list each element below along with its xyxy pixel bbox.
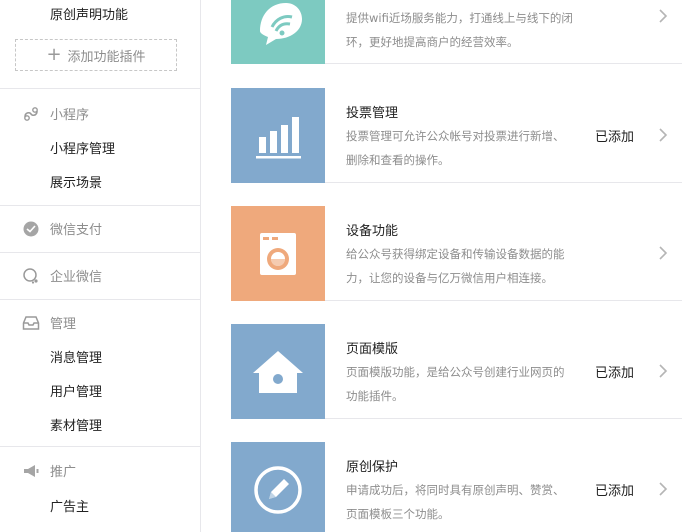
miniprogram-title: 小程序 xyxy=(50,108,90,123)
promote-title: 推广 xyxy=(50,465,77,480)
plugin-desc-line2: 力，让您的设备与亿万微信用户相连接。 xyxy=(346,271,553,285)
plugin-desc-line2: 页面模板三个功能。 xyxy=(346,507,450,521)
add-plugin-label: 添加功能插件 xyxy=(67,49,146,65)
plugin-card-original-protection[interactable]: 原创保护 申请成功后，将同时具有原创声明、赞赏、 页面模板三个功能。 已添加 xyxy=(231,442,682,532)
plugin-desc-line2: 环，更好地提高商户的经营效率。 xyxy=(346,35,519,49)
chevron-right-icon[interactable] xyxy=(657,244,669,262)
plugin-card-wifi[interactable]: 提供wifi近场服务能力，打通线上与线下的闭 环，更好地提高商户的经营效率。 xyxy=(231,0,682,64)
wifi-chat-icon xyxy=(260,2,302,45)
sidebar-item-miniprogram-manage[interactable]: 小程序管理 xyxy=(50,138,115,157)
add-plugin-button[interactable]: + 添加功能插件 xyxy=(15,39,177,71)
plugin-desc-line2: 删除和查看的操作。 xyxy=(346,153,450,167)
plugin-thumb xyxy=(231,206,325,301)
plugin-card-page-template[interactable]: 页面模版 页面模版功能，是给公众号创建行业网页的 功能插件。 已添加 xyxy=(231,324,682,419)
sidebar-section-miniprogram: 小程序 xyxy=(22,104,89,123)
miniprogram-icon xyxy=(22,105,40,123)
chevron-right-icon[interactable] xyxy=(657,126,669,144)
sidebar-item-wechat-pay[interactable]: 微信支付 xyxy=(22,219,102,238)
plugin-desc-line1: 提供wifi近场服务能力，打通线上与线下的闭 xyxy=(346,11,573,25)
wechat-pay-icon xyxy=(22,220,40,238)
sidebar-divider xyxy=(0,299,200,300)
manage-title: 管理 xyxy=(50,317,77,332)
sidebar-item-user-manage[interactable]: 用户管理 xyxy=(50,381,102,400)
sidebar-item-material-manage[interactable]: 素材管理 xyxy=(50,415,102,434)
sidebar-section-promote: 推广 xyxy=(22,461,76,480)
plugin-status: 已添加 xyxy=(595,366,635,381)
megaphone-icon xyxy=(22,462,40,480)
plugin-desc-line1: 给公众号获得绑定设备和传输设备数据的能 xyxy=(346,247,565,261)
sidebar-item-display-scene[interactable]: 展示场景 xyxy=(50,172,102,191)
plugin-status: 已添加 xyxy=(595,484,635,499)
sidebar-divider xyxy=(0,446,200,447)
plugin-desc-line1: 投票管理可允许公众帐号对投票进行新增、 xyxy=(346,129,565,143)
plugin-thumb xyxy=(231,0,325,64)
sidebar-item-enterprise-wechat[interactable]: 企业微信 xyxy=(22,266,102,285)
plugin-desc-line1: 页面模版功能，是给公众号创建行业网页的 xyxy=(346,365,565,379)
sidebar-section-manage: 管理 xyxy=(22,313,76,332)
inbox-icon xyxy=(22,314,40,332)
sidebar-divider xyxy=(0,205,200,206)
bar-chart-icon xyxy=(256,116,301,158)
enterprise-wechat-label: 企业微信 xyxy=(50,270,103,285)
sidebar-item-advertiser[interactable]: 广告主 xyxy=(50,496,89,515)
plus-icon: + xyxy=(46,44,62,65)
sidebar-divider xyxy=(0,252,200,253)
plugin-thumb xyxy=(231,442,325,532)
chevron-right-icon[interactable] xyxy=(657,362,669,380)
plugin-desc-line2: 功能插件。 xyxy=(346,389,404,403)
plugin-title: 设备功能 xyxy=(346,224,399,239)
wechat-pay-label: 微信支付 xyxy=(50,223,103,238)
plugin-card-device[interactable]: 设备功能 给公众号获得绑定设备和传输设备数据的能 力，让您的设备与亿万微信用户相… xyxy=(231,206,682,301)
plugin-title: 页面模版 xyxy=(346,342,399,357)
plugin-status: 已添加 xyxy=(595,130,635,145)
washing-machine-icon xyxy=(260,232,296,275)
sidebar-item-original-declaration[interactable]: 原创声明功能 xyxy=(50,4,128,23)
enterprise-wechat-icon xyxy=(22,267,40,285)
pencil-circle-icon xyxy=(254,465,302,514)
plugin-thumb xyxy=(231,324,325,419)
sidebar: 原创声明功能 + 添加功能插件 小程序 小程序管理 展示场景 微信支付 企业微信… xyxy=(0,0,201,532)
plugin-thumb xyxy=(231,88,325,183)
plugin-desc-line1: 申请成功后，将同时具有原创声明、赞赏、 xyxy=(346,483,565,497)
sidebar-item-message-manage[interactable]: 消息管理 xyxy=(50,347,102,366)
chevron-right-icon[interactable] xyxy=(657,480,669,498)
plugin-title: 投票管理 xyxy=(346,106,399,121)
plugin-card-vote[interactable]: 投票管理 投票管理可允许公众帐号对投票进行新增、 删除和查看的操作。 已添加 xyxy=(231,88,682,183)
house-icon xyxy=(253,350,303,393)
plugin-title: 原创保护 xyxy=(346,460,399,475)
sidebar-divider xyxy=(0,88,200,89)
chevron-right-icon[interactable] xyxy=(657,7,669,25)
